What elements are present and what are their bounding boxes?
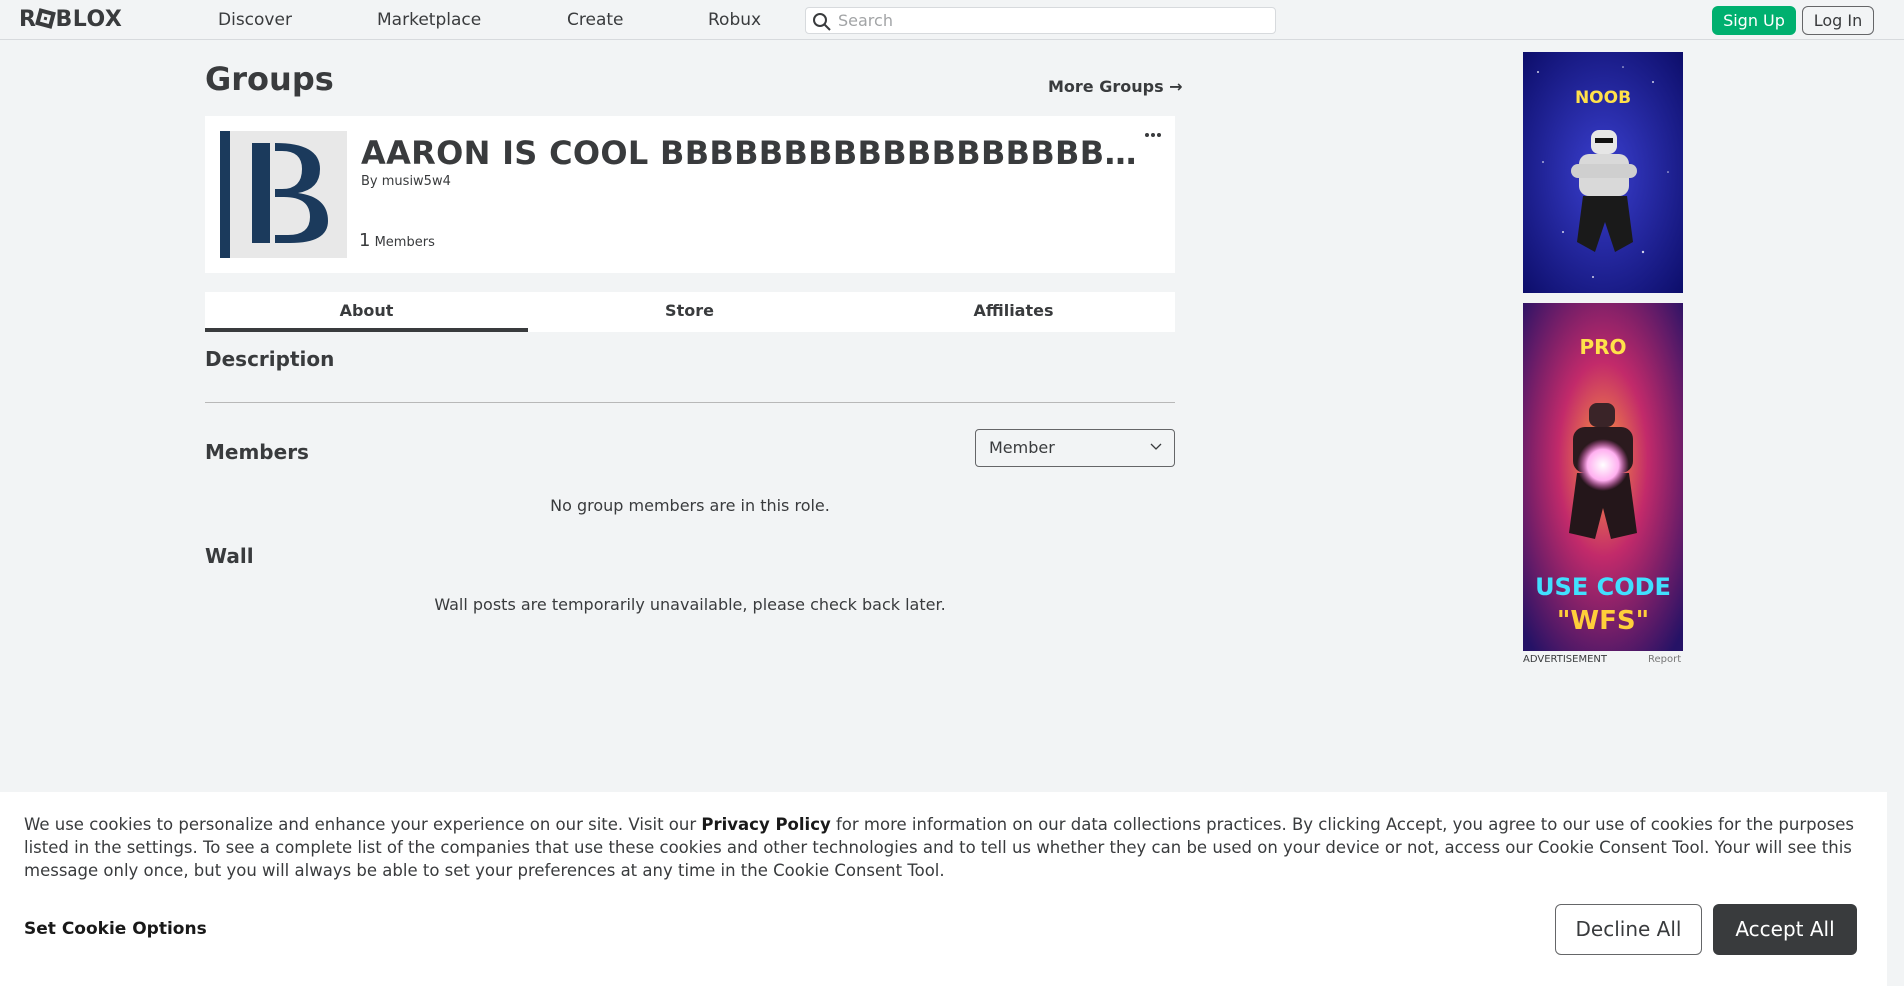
group-owner: By musiw5w4 xyxy=(361,174,451,189)
wall-empty-message: Wall posts are temporarily unavailable, … xyxy=(434,595,946,614)
cookie-message: We use cookies to personalize and enhanc… xyxy=(24,813,1874,882)
nav-robux[interactable]: Robux xyxy=(708,9,761,31)
group-emblem-image xyxy=(220,131,347,258)
member-count-label: Members xyxy=(374,235,435,250)
group-owner-prefix: By xyxy=(361,174,378,189)
role-dropdown-value: Member xyxy=(989,438,1055,457)
more-groups-link[interactable]: More Groups → xyxy=(1048,77,1183,96)
set-cookie-options-link[interactable]: Set Cookie Options xyxy=(24,919,207,939)
search-box xyxy=(805,7,1276,34)
sign-up-button[interactable]: Sign Up xyxy=(1712,6,1796,35)
search-icon[interactable] xyxy=(812,12,832,32)
group-header-card: AARON IS COOL BBBBBBBBBBBBBBBBBBBBBBBB B… xyxy=(205,116,1175,273)
search-input[interactable] xyxy=(838,10,1268,31)
ad-noob-text: NOOB xyxy=(1574,88,1632,108)
ad-code-line2: "WFS" xyxy=(1556,606,1650,636)
cookie-banner: We use cookies to personalize and enhanc… xyxy=(0,792,1887,986)
ad-pro-banner[interactable]: PRO USE CODE "WFS" xyxy=(1523,303,1683,651)
privacy-policy-link[interactable]: Privacy Policy xyxy=(701,815,830,834)
top-navigation: R BLOX Discover Marketplace Create Robux … xyxy=(0,0,1904,40)
members-heading: Members xyxy=(205,440,309,464)
ad-report-link[interactable]: Report xyxy=(1648,654,1681,665)
ad-pro-text: PRO xyxy=(1579,335,1627,359)
description-heading: Description xyxy=(205,347,335,371)
group-name: AARON IS COOL BBBBBBBBBBBBBBBBBBBBBBBB xyxy=(361,134,1141,172)
member-count: 1 Members xyxy=(359,230,435,251)
chevron-down-icon xyxy=(1150,443,1162,450)
advertisement-label: ADVERTISEMENT xyxy=(1523,654,1608,665)
wall-heading: Wall xyxy=(205,544,254,568)
tab-about[interactable]: About xyxy=(205,292,528,332)
decline-all-button[interactable]: Decline All xyxy=(1555,904,1702,955)
nav-discover[interactable]: Discover xyxy=(218,9,292,31)
tab-affiliates[interactable]: Affiliates xyxy=(852,292,1175,332)
nav-create[interactable]: Create xyxy=(567,9,624,31)
page-scrollbar[interactable] xyxy=(1887,40,1904,986)
nav-marketplace[interactable]: Marketplace xyxy=(377,9,481,31)
member-count-number: 1 xyxy=(359,230,371,251)
description-divider xyxy=(205,402,1175,403)
page-title: Groups xyxy=(205,60,334,98)
more-icon[interactable] xyxy=(1144,132,1162,138)
accept-all-button[interactable]: Accept All xyxy=(1713,904,1857,955)
group-tabs: About Store Affiliates xyxy=(205,292,1175,332)
cookie-text-before: We use cookies to personalize and enhanc… xyxy=(24,815,702,834)
tab-store[interactable]: Store xyxy=(528,292,851,332)
log-in-button[interactable]: Log In xyxy=(1802,6,1874,35)
ad-noob-banner[interactable]: NOOB xyxy=(1523,52,1683,293)
group-emblem xyxy=(220,131,347,258)
role-dropdown[interactable]: Member xyxy=(975,429,1175,467)
roblox-logo[interactable]: R BLOX xyxy=(19,8,122,32)
ad-code-line1: USE CODE xyxy=(1535,573,1671,601)
group-owner-link[interactable]: musiw5w4 xyxy=(382,174,451,189)
members-empty-message: No group members are in this role. xyxy=(550,496,830,515)
